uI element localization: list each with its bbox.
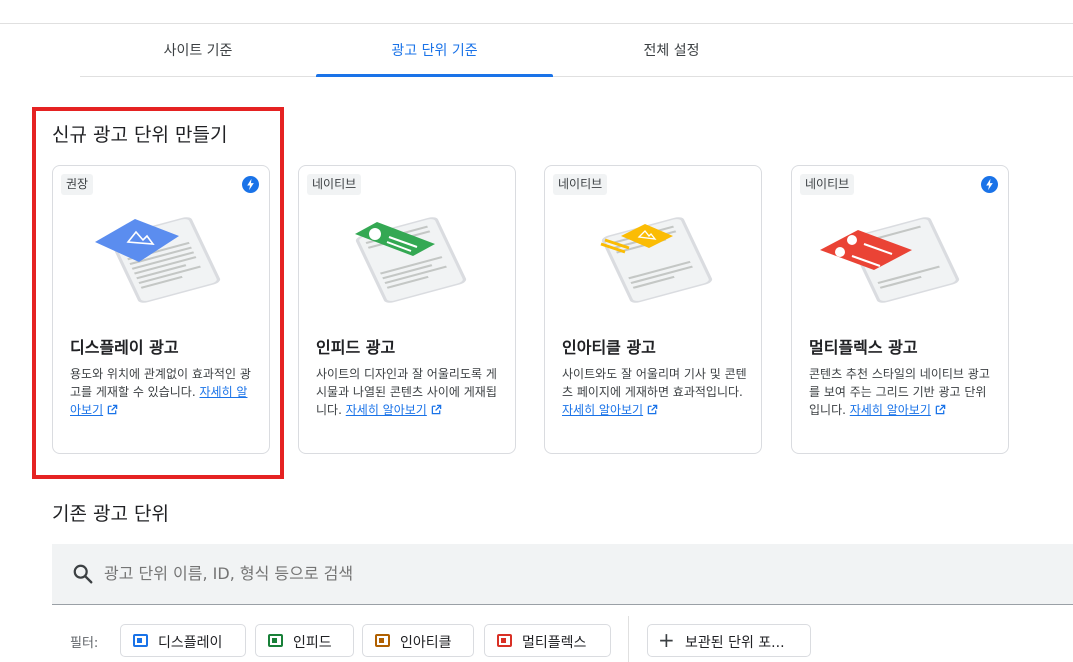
inarticle-ad-illustration <box>600 217 713 303</box>
tab-global-settings[interactable]: 전체 설정 <box>553 26 790 76</box>
filter-chip-display[interactable]: 디스플레이 <box>120 624 246 657</box>
chip-label: 디스플레이 <box>158 635 223 651</box>
new-ad-unit-heading: 신규 광고 단위 만들기 <box>52 124 228 146</box>
card-description: 사이트와도 잘 어울리며 기사 및 콘텐츠 페이지에 게재하면 효과적입니다. … <box>562 365 748 419</box>
recommended-badge: 권장 <box>61 174 94 195</box>
chip-label: 인아티클 <box>400 635 452 651</box>
inarticle-ad-card[interactable]: 네이티브 인아티클 광고 사이트와도 잘 어울리며 기사 및 콘텐츠 페이지에 … <box>544 165 762 454</box>
display-ad-illustration <box>95 217 221 303</box>
card-description: 용도와 위치에 관계없이 효과적인 광고를 게재할 수 있습니다. 자세히 알아… <box>70 365 256 419</box>
card-description: 사이트의 디자인과 잘 어울리도록 게시물과 나열된 콘텐츠 사이에 게재됩니다… <box>316 365 502 419</box>
search-icon <box>73 564 93 584</box>
archived-units-button[interactable]: + 보관된 단위 포... <box>647 624 811 657</box>
native-badge: 네이티브 <box>800 174 855 195</box>
tab-by-ad-unit[interactable]: 광고 단위 기준 <box>316 26 553 77</box>
multiplex-ad-illustration <box>820 217 960 303</box>
infeed-ad-illustration <box>355 217 467 303</box>
external-link-icon <box>647 404 658 415</box>
filter-chip-infeed[interactable]: 인피드 <box>255 624 354 657</box>
infeed-ad-card[interactable]: 네이티브 인피드 광고 사이트의 디자인과 잘 어울리도록 게시물과 나열된 콘… <box>298 165 516 454</box>
tab-bar: 사이트 기준 광고 단위 기준 전체 설정 <box>80 26 1073 77</box>
external-link-icon <box>431 404 442 415</box>
display-format-icon <box>133 634 148 647</box>
chip-label: 인피드 <box>293 635 332 651</box>
filter-chip-multiplex[interactable]: 멀티플렉스 <box>484 624 611 657</box>
top-divider <box>0 23 1073 24</box>
native-badge: 네이티브 <box>307 174 362 195</box>
description-text: 사이트와도 잘 어울리며 기사 및 콘텐츠 페이지에 게재하면 효과적입니다. <box>562 367 747 399</box>
card-description: 콘텐츠 추천 스타일의 네이티브 광고를 보여 주는 그리드 기반 광고 단위입… <box>809 365 995 419</box>
chip-label: 멀티플렉스 <box>522 635 587 651</box>
existing-ad-units-heading: 기존 광고 단위 <box>52 503 169 525</box>
learn-more-link[interactable]: 자세히 알아보기 <box>850 403 931 417</box>
card-title: 인피드 광고 <box>316 338 396 357</box>
multiplex-format-icon <box>497 634 512 647</box>
external-link-icon <box>107 404 118 415</box>
card-title: 디스플레이 광고 <box>70 338 179 357</box>
lightning-icon <box>981 176 998 193</box>
infeed-format-icon <box>268 634 283 647</box>
lightning-icon <box>242 176 259 193</box>
learn-more-link[interactable]: 자세히 알아보기 <box>346 403 427 417</box>
external-link-icon <box>935 404 946 415</box>
native-badge: 네이티브 <box>553 174 608 195</box>
inarticle-format-icon <box>375 634 390 647</box>
tab-by-site[interactable]: 사이트 기준 <box>80 26 316 76</box>
display-ad-card[interactable]: 권장 디스플레이 광고 용도와 위치에 관계없이 효과적인 광고를 게재할 수 … <box>52 165 270 454</box>
learn-more-link[interactable]: 자세히 알아보기 <box>562 403 643 417</box>
chip-label: 보관된 단위 포... <box>685 635 785 651</box>
filter-divider <box>628 616 629 662</box>
card-title: 인아티클 광고 <box>562 338 656 357</box>
search-bar <box>52 544 1073 605</box>
search-input[interactable] <box>104 544 1004 604</box>
plus-icon: + <box>658 628 675 652</box>
filter-chip-inarticle[interactable]: 인아티클 <box>362 624 474 657</box>
card-title: 멀티플렉스 광고 <box>809 338 918 357</box>
multiplex-ad-card[interactable]: 네이티브 멀티플렉스 광고 콘텐츠 추천 스타일의 네이티브 광고를 보여 주는… <box>791 165 1009 454</box>
filter-label: 필터: <box>70 636 99 651</box>
